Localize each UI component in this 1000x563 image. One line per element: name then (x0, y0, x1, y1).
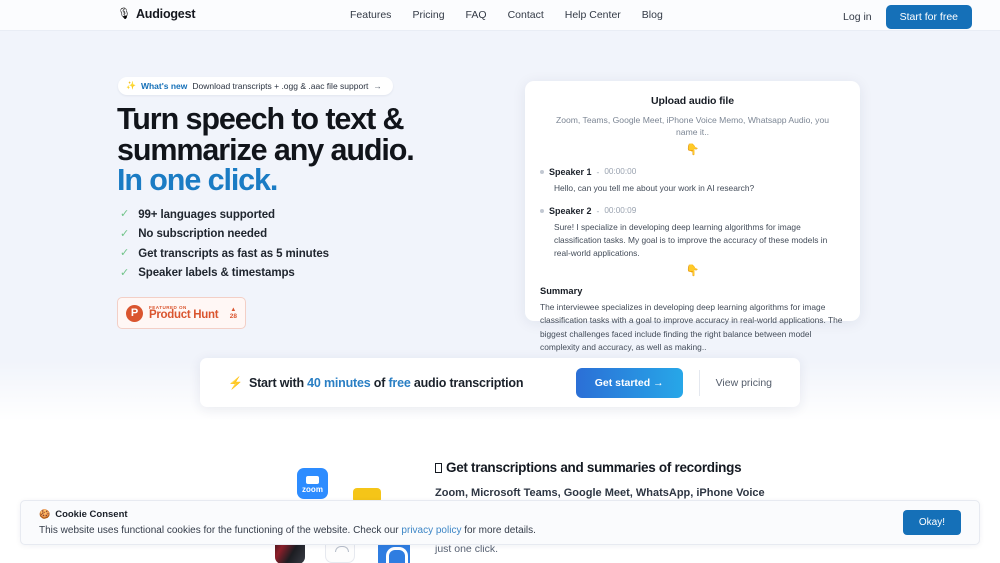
feature-label: Speaker labels & timestamps (138, 267, 295, 280)
nav-link-contact[interactable]: Contact (508, 9, 544, 21)
microphone-icon: 🎙 (117, 7, 131, 20)
list-item: ✓ No subscription needed (120, 225, 329, 245)
privacy-policy-link[interactable]: privacy policy (401, 525, 461, 536)
get-started-button[interactable]: Get started → (575, 367, 683, 398)
sparkle-icon: ✨ (126, 81, 136, 90)
cta-text-after: audio transcription (410, 375, 524, 390)
top-navigation-bar: 🎙 Audiogest Features Pricing FAQ Contact… (0, 0, 1000, 31)
feature-list: ✓ 99+ languages supported ✓ No subscript… (120, 205, 329, 283)
page-title: Turn speech to text & summarize any audi… (117, 104, 537, 196)
upload-audio-subtitle: Zoom, Teams, Google Meet, iPhone Voice M… (555, 115, 830, 138)
speaker-dot-icon (540, 169, 544, 174)
nav-link-features[interactable]: Features (350, 9, 391, 21)
whats-new-label: What's new (140, 81, 188, 91)
brand-logo[interactable]: 🎙 Audiogest (117, 7, 195, 21)
speaker-timestamp: 00:00:00 (604, 167, 637, 177)
headline-accent: In one click. (117, 163, 278, 197)
transcript-entry-header: Speaker 2 - 00:00:09 (540, 206, 845, 216)
headline-line-2: any audio. (273, 132, 415, 167)
cookie-text-after: for more details. (461, 525, 536, 536)
whats-new-text: Download transcripts + .ogg & .aac file … (192, 81, 369, 91)
summary-text: The interviewee specializes in developin… (540, 301, 843, 353)
speaker-timestamp: 00:00:09 (604, 206, 637, 216)
cookie-icon: 🍪 (39, 509, 51, 519)
nav-link-pricing[interactable]: Pricing (412, 9, 444, 21)
nav-actions: Log in Start for free (843, 5, 972, 29)
cta-text-middle: of (370, 375, 389, 390)
list-item: ✓ Get transcripts as fast as 5 minutes (120, 244, 329, 264)
cta-highlight-minutes: 40 minutes (307, 375, 371, 390)
section-heading-text: Get transcriptions and summaries of reco… (446, 460, 742, 475)
feature-label: No subscription needed (138, 228, 268, 241)
cookie-banner-text: This website uses functional cookies for… (39, 525, 903, 536)
view-pricing-link[interactable]: View pricing (716, 377, 772, 389)
upvote-count: 28 (229, 312, 237, 320)
check-icon: ✓ (120, 266, 130, 279)
cookie-text-before: This website uses functional cookies for… (39, 525, 402, 536)
check-icon: ✓ (120, 208, 130, 221)
transcript-entry-text: Sure! I specialize in developing deep le… (554, 221, 828, 258)
cookie-title-text: Cookie Consent (55, 509, 128, 520)
nav-link-faq[interactable]: FAQ (466, 9, 487, 21)
brand-name: Audiogest (135, 7, 196, 21)
transcript-entry-header: Speaker 1 - 00:00:00 (540, 167, 845, 177)
summary-title: Summary (540, 285, 583, 296)
separator-dash: - (596, 166, 600, 177)
product-hunt-texts: FEATURED ON Product Hunt (149, 305, 230, 321)
speaker-name: Speaker 1 (549, 166, 592, 177)
speaker-name: Speaker 2 (549, 205, 592, 216)
upvote-counter: ▲ 28 (230, 307, 237, 320)
separator-dash: - (596, 205, 600, 216)
nav-link-help-center[interactable]: Help Center (565, 9, 621, 21)
upload-audio-title: Upload audio file (651, 95, 734, 107)
zoom-app-icon: zoom (297, 468, 328, 499)
cta-banner-text: Start with 40 minutes of free audio tran… (248, 375, 524, 390)
pointing-down-icon: 👇 (685, 264, 700, 277)
section-heading: Get transcriptions and summaries of reco… (435, 460, 765, 477)
list-item: ✓ Speaker labels & timestamps (120, 264, 329, 284)
feature-label: 99+ languages supported (138, 208, 275, 221)
caret-up-icon: ▲ (230, 306, 237, 313)
cookie-banner-body: 🍪 Cookie Consent This website uses funct… (39, 509, 903, 536)
lightning-bolt-icon: ⚡ (228, 375, 243, 390)
feature-label: Get transcripts as fast as 5 minutes (138, 247, 329, 260)
accept-cookies-button[interactable]: Okay! (902, 510, 961, 535)
page-root: 🎙 Audiogest Features Pricing FAQ Contact… (0, 0, 1000, 563)
product-hunt-badge[interactable]: P FEATURED ON Product Hunt ▲ 28 (117, 297, 246, 329)
product-hunt-icon: P (126, 304, 143, 322)
cookie-banner-title: 🍪 Cookie Consent (39, 509, 903, 520)
list-item: ✓ 99+ languages supported (120, 205, 329, 225)
nav-link-blog[interactable]: Blog (642, 9, 663, 21)
cta-highlight-free: free (388, 375, 411, 390)
whats-new-banner[interactable]: ✨ What's new Download transcripts + .ogg… (118, 77, 393, 95)
transcript-preview-card: Upload audio file Zoom, Teams, Google Me… (525, 81, 860, 352)
start-for-free-button[interactable]: Start for free (885, 5, 972, 29)
missing-glyph-icon (435, 463, 442, 473)
cta-text-before: Start with (248, 375, 308, 390)
cookie-consent-banner: 🍪 Cookie Consent This website uses funct… (20, 500, 980, 545)
check-icon: ✓ (120, 247, 130, 260)
check-icon: ✓ (120, 227, 130, 240)
pointing-down-icon: 👇 (685, 143, 700, 156)
free-transcription-banner: ⚡ Start with 40 minutes of free audio tr… (200, 358, 800, 407)
product-hunt-label: Product Hunt (149, 309, 219, 321)
arrow-right-icon: → (373, 81, 382, 91)
divider (698, 369, 700, 396)
speaker-dot-icon (540, 208, 544, 213)
transcript-entry-text: Hello, can you tell me about your work i… (554, 182, 755, 193)
nav-links: Features Pricing FAQ Contact Help Center… (350, 9, 663, 21)
login-link[interactable]: Log in (843, 11, 872, 23)
